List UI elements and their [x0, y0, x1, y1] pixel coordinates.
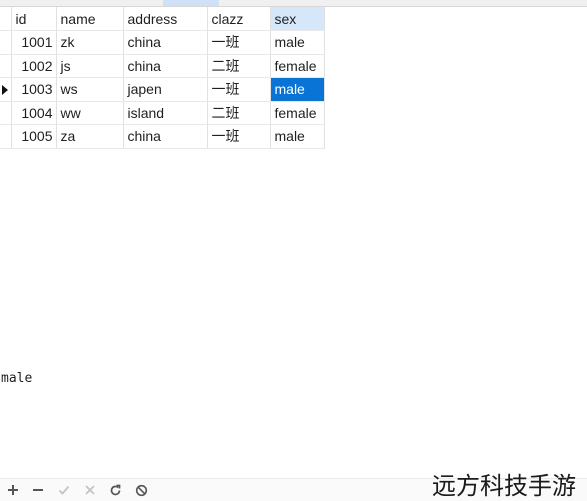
cell-value-preview: male: [1, 371, 33, 386]
cell-name[interactable]: ws: [56, 77, 124, 102]
stop-button[interactable]: [133, 482, 149, 498]
table-row[interactable]: 1004 ww island 二班 female: [0, 101, 325, 125]
apply-changes-button[interactable]: [56, 482, 72, 498]
delete-record-button[interactable]: [30, 482, 46, 498]
cell-id[interactable]: 1001: [11, 30, 57, 55]
add-record-button[interactable]: [5, 482, 21, 498]
table-row-current[interactable]: 1003 ws japen 一班 male: [0, 77, 325, 102]
apply-icon: [58, 485, 70, 495]
column-header-address[interactable]: address: [123, 7, 208, 31]
cell-address[interactable]: china: [123, 124, 208, 149]
cell-sex-selected[interactable]: male: [270, 77, 325, 102]
cell-id[interactable]: 1005: [11, 124, 57, 149]
cell-sex[interactable]: male: [270, 30, 325, 55]
cell-address[interactable]: china: [123, 30, 208, 55]
cell-clazz[interactable]: 二班: [207, 101, 271, 125]
cell-sex[interactable]: female: [270, 101, 325, 125]
cell-id[interactable]: 1003: [11, 77, 57, 102]
cell-address[interactable]: japen: [123, 77, 208, 102]
cell-name[interactable]: ww: [56, 101, 124, 125]
data-grid: id name address clazz sex 1001 zk china …: [0, 7, 325, 149]
cell-clazz[interactable]: 二班: [207, 54, 271, 78]
table-row[interactable]: 1001 zk china 一班 male: [0, 30, 325, 55]
add-icon: [8, 485, 18, 495]
refresh-icon: [110, 484, 120, 495]
table-row[interactable]: 1005 za china 一班 male: [0, 124, 325, 149]
delete-icon: [33, 489, 43, 491]
discard-changes-button[interactable]: [82, 482, 98, 498]
cell-clazz[interactable]: 一班: [207, 30, 271, 55]
row-header-corner: [0, 7, 12, 31]
cell-name[interactable]: js: [56, 54, 124, 78]
cell-address[interactable]: island: [123, 101, 208, 125]
row-header[interactable]: [0, 77, 12, 102]
cell-address[interactable]: china: [123, 54, 208, 78]
cell-id[interactable]: 1002: [11, 54, 57, 78]
cell-name[interactable]: za: [56, 124, 124, 149]
row-header[interactable]: [0, 30, 12, 55]
column-header-name[interactable]: name: [56, 7, 124, 31]
cell-id[interactable]: 1004: [11, 101, 57, 125]
current-row-indicator-icon: [2, 85, 8, 95]
row-header[interactable]: [0, 124, 12, 149]
column-header-id[interactable]: id: [11, 7, 57, 31]
grid-header-row: id name address clazz sex: [0, 7, 325, 31]
row-header[interactable]: [0, 54, 12, 78]
cell-sex[interactable]: female: [270, 54, 325, 78]
watermark: 远方科技手游: [432, 472, 576, 500]
cell-clazz[interactable]: 一班: [207, 124, 271, 149]
top-toolbar-strip: [0, 0, 587, 7]
stop-icon: [135, 484, 147, 496]
cell-sex[interactable]: male: [270, 124, 325, 149]
refresh-button[interactable]: [107, 482, 123, 498]
table-row[interactable]: 1002 js china 二班 female: [0, 54, 325, 78]
column-header-sex[interactable]: sex: [270, 7, 325, 31]
discard-icon: [85, 485, 95, 495]
cell-name[interactable]: zk: [56, 30, 124, 55]
column-header-clazz[interactable]: clazz: [207, 7, 271, 31]
cell-clazz[interactable]: 一班: [207, 77, 271, 102]
row-header[interactable]: [0, 101, 12, 125]
active-tab-indicator[interactable]: [163, 0, 219, 6]
